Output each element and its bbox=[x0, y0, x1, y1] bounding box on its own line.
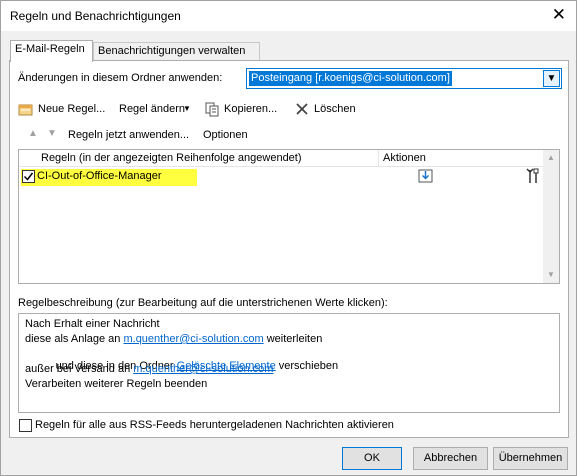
new-rule-button[interactable]: Neue Regel... bbox=[18, 99, 123, 119]
description-line: außer bei Versand an m.quenther@ci-solut… bbox=[25, 363, 273, 375]
checkmark-icon bbox=[23, 172, 34, 181]
description-label: Regelbeschreibung (zur Bearbeitung auf d… bbox=[18, 297, 388, 309]
delete-label: Löschen bbox=[314, 103, 356, 115]
new-rule-label: Neue Regel... bbox=[38, 103, 106, 115]
description-text: außer bei Versand an bbox=[25, 363, 134, 375]
rule-name: CI-Out-of-Office-Manager bbox=[37, 170, 162, 182]
forward-address-link[interactable]: m.quenther@ci-solution.com bbox=[123, 333, 263, 345]
dropdown-arrow-icon: ▼ bbox=[183, 104, 191, 113]
description-text: verschieben bbox=[275, 360, 339, 372]
change-rule-label: Regel ändern bbox=[119, 103, 186, 115]
forward-move-icon bbox=[418, 169, 433, 183]
copy-icon bbox=[205, 102, 219, 117]
scroll-up-icon[interactable]: ▲ bbox=[543, 150, 559, 166]
folder-select[interactable]: Posteingang [r.koenigs@ci-solution.com] … bbox=[246, 68, 562, 89]
tab-email-rules[interactable]: E-Mail-Regeln bbox=[10, 40, 93, 62]
close-icon[interactable]: ✕ bbox=[552, 5, 566, 25]
move-up-icon[interactable]: ▲ bbox=[28, 128, 38, 139]
folder-label: Änderungen in diesem Ordner anwenden: bbox=[18, 72, 223, 84]
cancel-button[interactable]: Abbrechen bbox=[413, 447, 488, 470]
rule-checkbox[interactable] bbox=[22, 170, 35, 183]
ok-button[interactable]: OK bbox=[342, 447, 402, 470]
copy-button[interactable]: Kopieren... bbox=[204, 99, 290, 119]
description-text: diese als Anlage an bbox=[25, 333, 124, 345]
rule-description-box: Nach Erhalt einer Nachricht diese als An… bbox=[18, 313, 560, 413]
tab-manage-notifications[interactable]: Benachrichtigungen verwalten bbox=[93, 42, 260, 61]
rules-panel: Änderungen in diesem Ordner anwenden: Po… bbox=[9, 60, 569, 438]
tab-label: E-Mail-Regeln bbox=[15, 43, 85, 55]
description-text: weiterleiten bbox=[263, 333, 323, 345]
column-header-actions[interactable]: Aktionen bbox=[379, 150, 545, 167]
column-header-rules[interactable]: Regeln (in der angezeigten Reihenfolge a… bbox=[37, 150, 379, 167]
description-line: Verarbeiten weiterer Regeln beenden bbox=[25, 378, 207, 390]
rules-list: Regeln (in der angezeigten Reihenfolge a… bbox=[18, 149, 560, 284]
description-line: diese als Anlage an m.quenther@ci-soluti… bbox=[25, 333, 322, 345]
description-text: Nach Erhalt einer Nachricht bbox=[25, 318, 160, 330]
folder-selected-value: Posteingang [r.koenigs@ci-solution.com] bbox=[249, 71, 452, 86]
delete-button[interactable]: Löschen bbox=[294, 99, 364, 119]
apply-rules-now-button[interactable]: Regeln jetzt anwenden... bbox=[68, 129, 189, 141]
rss-label: Regeln für alle aus RSS-Feeds herunterge… bbox=[35, 419, 394, 431]
description-line: Nach Erhalt einer Nachricht bbox=[25, 318, 160, 330]
title-bar: Regeln und Benachrichtigungen ✕ bbox=[1, 1, 576, 31]
chevron-down-icon[interactable]: ▼ bbox=[543, 70, 560, 87]
new-rule-icon bbox=[18, 104, 33, 116]
window-title: Regeln und Benachrichtigungen bbox=[10, 9, 181, 23]
rss-checkbox[interactable] bbox=[19, 419, 32, 432]
rules-list-header: Regeln (in der angezeigten Reihenfolge a… bbox=[19, 150, 545, 167]
tab-label: Benachrichtigungen verwalten bbox=[98, 45, 246, 57]
rules-list-scrollbar[interactable]: ▲ ▼ bbox=[543, 150, 559, 283]
change-rule-button[interactable]: Regel ändern ▼ bbox=[119, 99, 201, 119]
copy-label: Kopieren... bbox=[224, 103, 278, 115]
options-button[interactable]: Optionen bbox=[203, 129, 248, 141]
description-text: Verarbeiten weiterer Regeln beenden bbox=[25, 378, 208, 390]
rules-dialog: Regeln und Benachrichtigungen ✕ E-Mail-R… bbox=[0, 0, 577, 476]
scroll-down-icon[interactable]: ▼ bbox=[543, 267, 559, 283]
delete-x-icon bbox=[296, 103, 308, 115]
wrench-screwdriver-icon bbox=[526, 168, 539, 183]
move-down-icon[interactable]: ▼ bbox=[47, 128, 57, 139]
apply-button[interactable]: Übernehmen bbox=[493, 447, 568, 470]
exception-address-link[interactable]: m.quenther@ci-solution.com bbox=[133, 363, 273, 375]
table-row[interactable]: CI-Out-of-Office-Manager bbox=[19, 168, 545, 186]
